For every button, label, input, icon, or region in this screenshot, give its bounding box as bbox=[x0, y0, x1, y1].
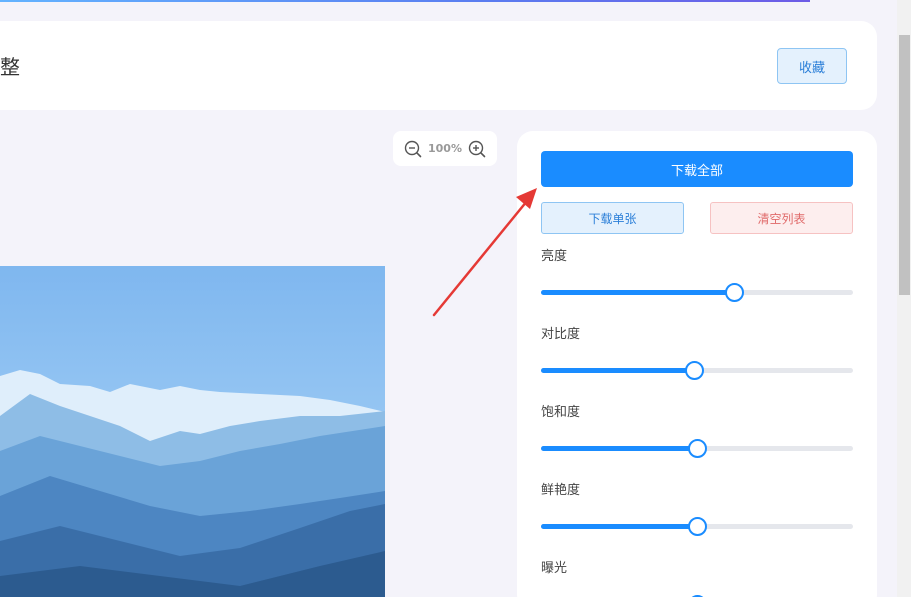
slider-thumb[interactable] bbox=[688, 517, 707, 536]
favorite-button[interactable]: 收藏 bbox=[777, 48, 847, 84]
download-all-button[interactable]: 下载全部 bbox=[541, 151, 853, 187]
slider-fill bbox=[541, 446, 697, 451]
download-single-button[interactable]: 下载单张 bbox=[541, 202, 684, 234]
header-card bbox=[0, 21, 877, 110]
page-title: 整 bbox=[0, 55, 20, 79]
slider-thumb[interactable] bbox=[684, 361, 704, 380]
exposure-label: 曝光 bbox=[541, 561, 568, 576]
slider-thumb[interactable] bbox=[688, 439, 707, 458]
saturation-slider[interactable] bbox=[541, 439, 853, 458]
slider-fill bbox=[541, 524, 697, 529]
brightness-label: 亮度 bbox=[541, 249, 568, 264]
vibrance-slider[interactable] bbox=[541, 517, 853, 536]
brightness-slider[interactable] bbox=[541, 283, 853, 302]
slider-fill bbox=[541, 368, 694, 373]
zoom-level: 100% bbox=[428, 142, 462, 155]
clear-list-button[interactable]: 清空列表 bbox=[710, 202, 853, 234]
slider-fill bbox=[541, 290, 735, 295]
top-progress-line bbox=[0, 0, 810, 2]
saturation-label: 饱和度 bbox=[541, 405, 581, 420]
preview-image bbox=[0, 266, 385, 597]
zoom-out-icon[interactable] bbox=[404, 140, 422, 158]
vibrance-label: 鲜艳度 bbox=[541, 483, 581, 498]
contrast-label: 对比度 bbox=[541, 327, 581, 342]
zoom-in-icon[interactable] bbox=[468, 140, 486, 158]
zoom-controls: 100% bbox=[393, 131, 497, 166]
scrollbar-thumb[interactable] bbox=[899, 35, 910, 295]
contrast-slider[interactable] bbox=[541, 361, 853, 380]
